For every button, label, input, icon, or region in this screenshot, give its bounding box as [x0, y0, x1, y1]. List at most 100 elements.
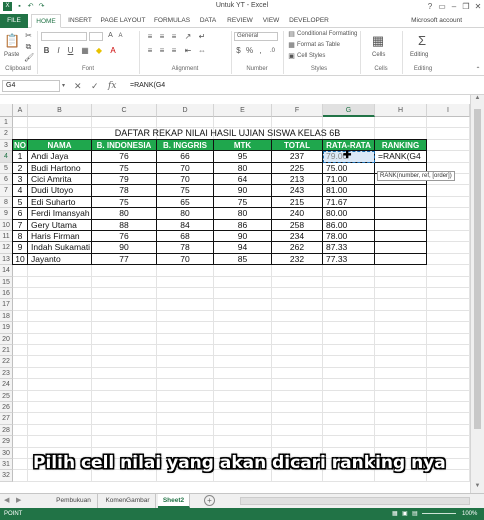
row-header-14[interactable]: 14 — [0, 265, 13, 277]
row-header-22[interactable]: 22 — [0, 356, 13, 368]
column-header-f[interactable]: F — [272, 104, 323, 117]
fill-color-icon[interactable]: ◆ — [94, 46, 104, 56]
table-cell-rank[interactable] — [375, 219, 427, 231]
table-cell-mtk[interactable]: 64 — [214, 174, 272, 186]
scroll-down-icon[interactable]: ▼ — [471, 483, 484, 493]
table-cell-nama[interactable]: Ferdi Imansyah — [28, 208, 92, 220]
table-cell-bing[interactable]: 65 — [157, 196, 214, 209]
column-header-d[interactable]: D — [157, 104, 214, 117]
table-cell-bing[interactable]: 70 — [157, 174, 214, 186]
table-cell-mtk[interactable]: 75 — [214, 196, 272, 209]
editing-icon[interactable]: Σ — [412, 32, 432, 50]
cancel-formula-button[interactable]: ✕ — [74, 80, 82, 92]
table-cell-total[interactable]: 215 — [272, 196, 323, 209]
percent-button[interactable]: % — [245, 46, 254, 56]
table-cell-rata[interactable]: 78.00 — [323, 231, 375, 243]
row-header-29[interactable]: 29 — [0, 436, 13, 448]
align-middle-icon[interactable]: ≡ — [157, 32, 167, 42]
cells-icon[interactable]: ▦ — [368, 32, 388, 50]
column-header-a[interactable]: A — [13, 104, 28, 117]
table-cell-bind[interactable]: 76 — [92, 151, 157, 163]
new-sheet-icon[interactable]: + — [204, 495, 215, 506]
name-box[interactable]: G4 — [2, 80, 60, 92]
ribbon-display-icon[interactable]: ▭ — [436, 1, 448, 12]
header-total[interactable]: TOTAL — [272, 139, 323, 152]
table-cell-no[interactable]: 6 — [13, 208, 28, 220]
column-header-h[interactable]: H — [375, 104, 427, 117]
cells-button-label[interactable]: Cells — [372, 52, 385, 58]
formula-input[interactable]: =RANK(G4 — [127, 80, 481, 92]
table-cell-total[interactable]: 240 — [272, 208, 323, 220]
table-cell-no[interactable]: 9 — [13, 242, 28, 254]
row-header-30[interactable]: 30 — [0, 447, 13, 459]
table-cell-nama[interactable]: Jayanto — [28, 253, 92, 266]
table-cell-bing[interactable]: 68 — [157, 231, 214, 243]
font-size-select[interactable] — [89, 32, 103, 41]
table-cell-bing[interactable]: 66 — [157, 151, 214, 163]
table-cell-rank[interactable] — [375, 196, 427, 209]
tab-view[interactable]: VIEW — [259, 14, 283, 28]
row-header-24[interactable]: 24 — [0, 379, 13, 391]
table-cell-no[interactable]: 7 — [13, 219, 28, 231]
table-cell-bind[interactable]: 78 — [92, 185, 157, 197]
table-cell-bind[interactable]: 75 — [92, 196, 157, 209]
table-cell-bing[interactable]: 80 — [157, 208, 214, 220]
collapse-ribbon-icon[interactable]: ⌃ — [474, 65, 482, 75]
column-header-c[interactable]: C — [92, 104, 157, 117]
zoom-slider[interactable] — [422, 513, 456, 514]
table-cell-mtk[interactable]: 80 — [214, 162, 272, 174]
enter-formula-button[interactable]: ✓ — [91, 80, 99, 92]
table-cell-total[interactable]: 258 — [272, 219, 323, 231]
table-cell-bind[interactable]: 80 — [92, 208, 157, 220]
align-top-icon[interactable]: ≡ — [145, 32, 155, 42]
header-nama[interactable]: NAMA — [28, 139, 92, 152]
table-cell-rata[interactable]: 86.00 — [323, 219, 375, 231]
row-header-20[interactable]: 20 — [0, 333, 13, 345]
row-header-28[interactable]: 28 — [0, 424, 13, 437]
orientation-icon[interactable]: ↗ — [183, 32, 193, 42]
table-cell-no[interactable]: 8 — [13, 231, 28, 243]
table-cell-no[interactable]: 4 — [13, 185, 28, 197]
copy-icon[interactable]: ⧉ — [24, 42, 33, 52]
select-all-corner[interactable] — [0, 104, 13, 117]
wrap-text-icon[interactable]: ↵ — [197, 32, 207, 42]
number-format-select[interactable]: General — [234, 32, 278, 41]
row-header-32[interactable]: 32 — [0, 470, 13, 482]
table-cell-mtk[interactable]: 90 — [214, 185, 272, 197]
header-ranking[interactable]: RANKING — [375, 139, 427, 152]
horizontal-scrollbar[interactable] — [240, 497, 470, 505]
conditional-formatting-button[interactable]: Conditional Formatting — [297, 31, 357, 37]
table-cell-mtk[interactable]: 80 — [214, 208, 272, 220]
table-cell-no[interactable]: 5 — [13, 196, 28, 209]
column-header-b[interactable]: B — [28, 104, 92, 117]
table-cell-rata[interactable]: 77.33 — [323, 253, 375, 266]
header-mtk[interactable]: MTK — [214, 139, 272, 152]
table-cell-mtk[interactable]: 90 — [214, 231, 272, 243]
editing-button-label[interactable]: Editing — [410, 52, 428, 58]
table-cell-total[interactable]: 243 — [272, 185, 323, 197]
file-tab[interactable]: FILE — [0, 14, 28, 28]
table-cell-no[interactable]: 10 — [13, 253, 28, 266]
grow-font-icon[interactable]: A — [106, 31, 115, 41]
tab-page-layout[interactable]: PAGE LAYOUT — [98, 14, 148, 28]
table-cell-nama[interactable]: Budi Hartono — [28, 162, 92, 174]
table-cell-nama[interactable]: Cici Amrita — [28, 174, 92, 186]
account-link[interactable]: Microsoft account — [411, 14, 462, 28]
row-header-15[interactable]: 15 — [0, 276, 13, 288]
table-cell-mtk[interactable]: 94 — [214, 242, 272, 254]
zoom-level[interactable]: 100% — [462, 508, 477, 520]
row-header-19[interactable]: 19 — [0, 322, 13, 334]
vertical-scrollbar[interactable]: ▲ ▼ — [470, 95, 484, 493]
table-cell-rata[interactable]: 81.00 — [323, 185, 375, 197]
table-cell-total[interactable]: 237 — [272, 151, 323, 163]
borders-icon[interactable]: ▦ — [80, 46, 90, 56]
table-cell-bing[interactable]: 84 — [157, 219, 214, 231]
font-name-select[interactable] — [41, 32, 87, 41]
help-icon[interactable]: ? — [424, 1, 436, 12]
merge-center-icon[interactable]: ⇔ — [197, 46, 207, 56]
table-cell-bind[interactable]: 77 — [92, 253, 157, 266]
table-cell-rata[interactable]: 75.00 — [323, 162, 375, 174]
table-cell-no[interactable]: 2 — [13, 162, 28, 174]
table-cell-no[interactable]: 1 — [13, 151, 28, 163]
cut-icon[interactable]: ✂ — [24, 31, 33, 41]
